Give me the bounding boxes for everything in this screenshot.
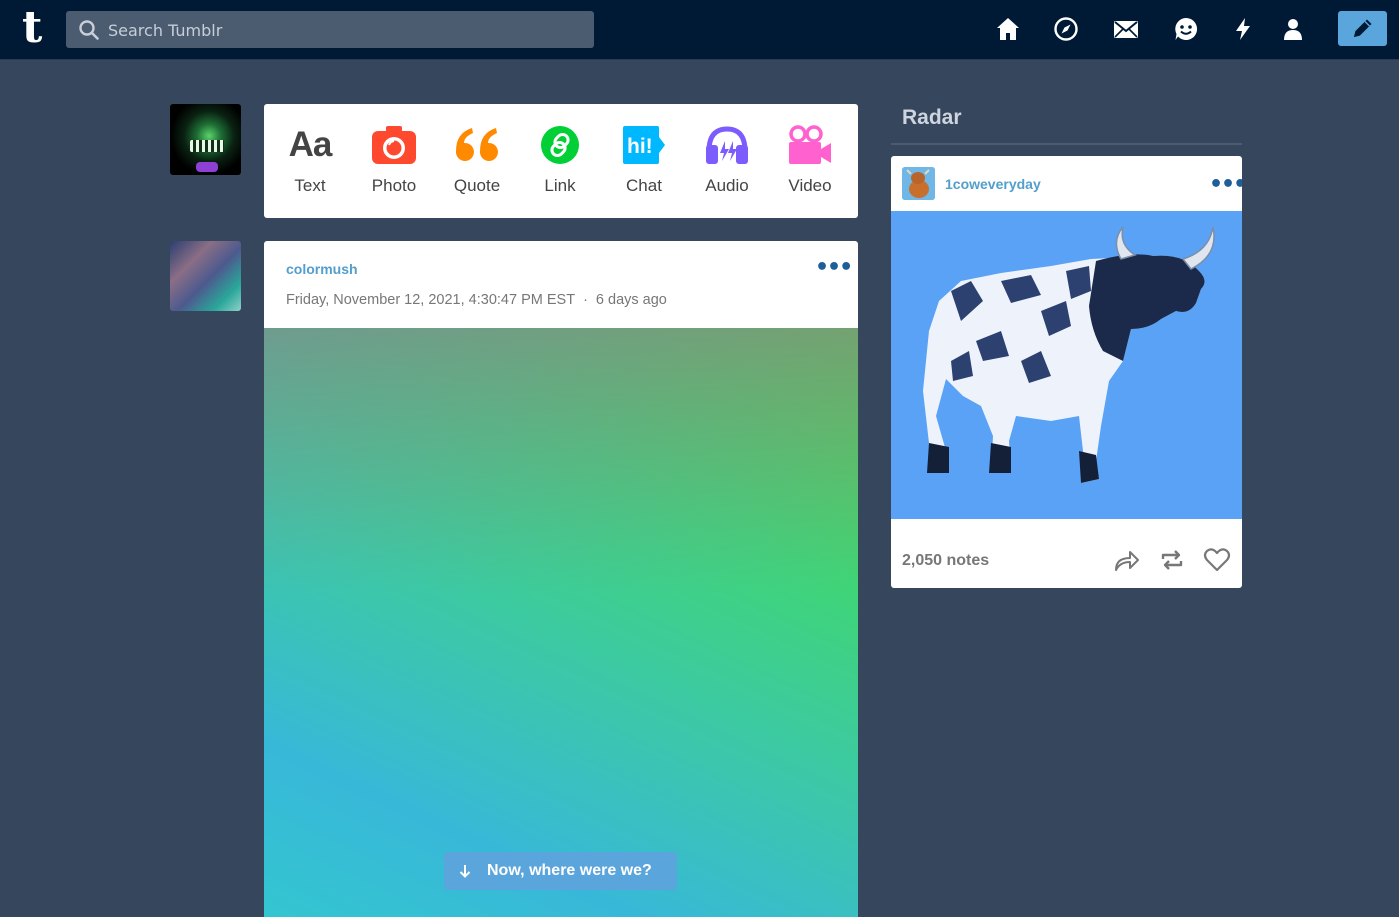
radar-notes-count[interactable]: 2,050 notes — [902, 552, 989, 570]
radar-photo[interactable] — [891, 211, 1242, 519]
post-relative-time: 6 days ago — [595, 292, 667, 308]
search-box[interactable] — [66, 11, 594, 50]
post-type-label: Photo — [371, 176, 417, 195]
top-bar: t — [0, 0, 1399, 60]
avatar-art — [196, 162, 218, 172]
post-type-composer: Aa Text Photo Quote Link hi! Chat Audio … — [264, 104, 858, 218]
cow-avatar-art — [902, 167, 935, 200]
post-author-avatar[interactable] — [170, 241, 241, 311]
svg-text:hi!: hi! — [627, 135, 653, 158]
compose-icon — [1354, 19, 1372, 37]
avatar-art — [190, 140, 224, 152]
post-more-options-icon[interactable]: ••• — [815, 257, 853, 279]
camera-icon — [372, 126, 416, 164]
chat-icon: hi! — [623, 126, 665, 164]
inbox-icon[interactable] — [1112, 16, 1140, 42]
divider — [891, 143, 1242, 145]
share-icon[interactable] — [1112, 546, 1140, 574]
post-type-photo[interactable]: Photo — [354, 124, 434, 196]
post-type-chat[interactable]: hi! Chat — [604, 124, 684, 196]
post-meta: Friday, November 12, 2021, 4:30:47 PM ES… — [286, 292, 667, 308]
radar-more-options-icon[interactable]: ••• — [1209, 174, 1242, 196]
post-photo[interactable] — [264, 328, 858, 917]
explore-icon[interactable] — [1053, 16, 1079, 42]
video-camera-icon — [789, 125, 831, 164]
link-icon — [541, 126, 579, 164]
post-blog-name[interactable]: colormush — [286, 261, 358, 277]
now-where-were-we-button[interactable]: Now, where were we? — [444, 852, 677, 890]
headphones-icon — [706, 126, 748, 164]
account-icon[interactable] — [1280, 16, 1306, 42]
meta-separator: · — [583, 292, 588, 308]
post-type-quote[interactable]: Quote — [437, 124, 517, 196]
arrow-down-icon — [459, 865, 471, 878]
radar-blog-name[interactable]: 1coweveryday — [945, 176, 1041, 192]
pill-label: Now, where were we? — [487, 862, 652, 879]
cow-illustration — [923, 226, 1215, 483]
radar-title: Radar — [902, 106, 962, 129]
reblog-icon[interactable] — [1158, 546, 1186, 574]
post-type-label: Link — [544, 176, 576, 195]
post-type-audio[interactable]: Audio — [687, 124, 767, 196]
compose-button[interactable] — [1338, 11, 1387, 46]
radar-blog-avatar[interactable] — [902, 167, 935, 200]
radar-post: 1coweveryday ••• 2,050 notes — [891, 156, 1242, 588]
post-type-link[interactable]: Link — [520, 124, 600, 196]
activity-icon[interactable] — [1230, 16, 1256, 42]
user-avatar[interactable] — [170, 104, 241, 175]
quote-icon — [455, 128, 498, 161]
post-type-video[interactable]: Video — [770, 124, 850, 196]
post-type-label: Text — [294, 176, 326, 195]
heart-icon[interactable] — [1203, 546, 1231, 574]
post-type-label: Chat — [626, 176, 662, 195]
post-type-label: Quote — [453, 176, 501, 195]
search-icon — [79, 20, 99, 40]
post-type-text[interactable]: Aa Text — [270, 124, 350, 196]
search-input[interactable] — [106, 11, 580, 50]
post-date: Friday, November 12, 2021, 4:30:47 PM ES… — [286, 292, 576, 308]
post-type-label: Video — [788, 176, 832, 195]
dashboard-post: colormush ••• Friday, November 12, 2021,… — [264, 241, 858, 917]
home-icon[interactable] — [995, 16, 1021, 42]
tumblr-logo-icon[interactable]: t — [22, 6, 50, 50]
text-post-icon: Aa — [288, 125, 333, 164]
messages-icon[interactable] — [1173, 16, 1199, 42]
post-type-label: Audio — [705, 176, 749, 195]
